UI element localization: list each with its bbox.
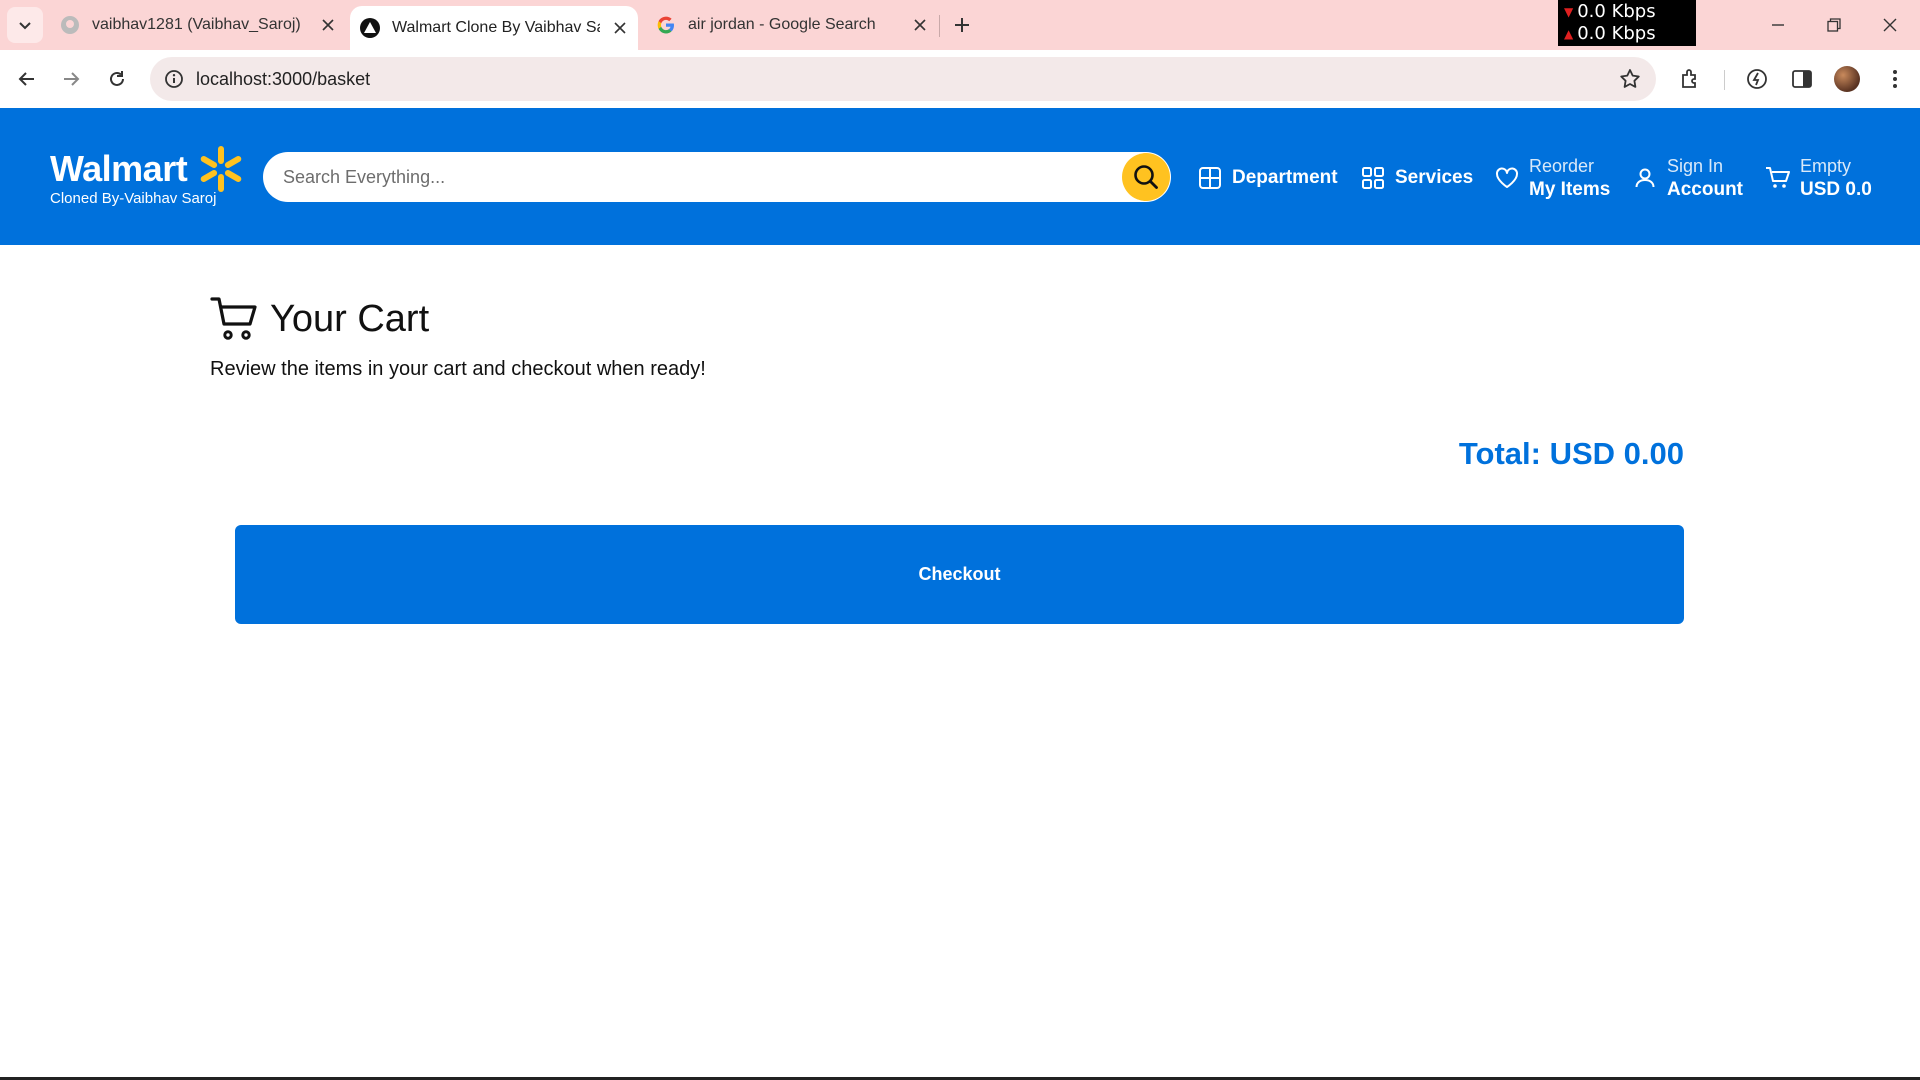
arrow-down-icon: ▼: [1564, 5, 1574, 19]
nav-services[interactable]: Services: [1359, 152, 1473, 204]
app-triangle-icon: [360, 18, 380, 38]
minimize-button[interactable]: [1750, 0, 1806, 50]
page-title: Your Cart: [270, 297, 430, 340]
chevron-down-icon: [19, 22, 31, 30]
net-down-speed: 0.0 Kbps: [1577, 1, 1656, 22]
logo-wordmark: Walmart: [50, 148, 188, 189]
tab-walmart-clone[interactable]: Walmart Clone By Vaibhav Saroj: [350, 6, 638, 50]
search-input[interactable]: [283, 152, 1103, 202]
tab-close-icon[interactable]: [610, 18, 630, 38]
tab-search-button[interactable]: [7, 7, 43, 43]
nav-reorder-small: Reorder: [1529, 156, 1595, 176]
tab-title: vaibhav1281 (Vaibhav_Saroj): [92, 16, 301, 33]
services-grid-icon: [1359, 164, 1387, 192]
site-info-icon[interactable]: [162, 67, 186, 91]
cart-icon: [1764, 164, 1792, 192]
heart-icon: [1493, 164, 1521, 192]
side-panel-icon[interactable]: [1787, 64, 1817, 94]
tab-google-search[interactable]: air jordan - Google Search: [652, 0, 930, 50]
tab-divider: [939, 15, 940, 37]
nav-cart-status: Empty: [1800, 156, 1852, 176]
nav-cart[interactable]: Empty USD 0.0: [1764, 152, 1872, 204]
performance-icon[interactable]: [1742, 64, 1772, 94]
url-text: localhost:3000/basket: [196, 69, 371, 89]
nav-department-label: Department: [1232, 167, 1338, 188]
bookmark-star-icon[interactable]: [1618, 67, 1642, 91]
tab-close-icon[interactable]: [910, 15, 930, 35]
search-icon: [1134, 165, 1158, 189]
close-window-button[interactable]: [1862, 0, 1918, 50]
close-icon: [1883, 18, 1897, 32]
nav-account[interactable]: Sign In Account: [1631, 152, 1743, 204]
tab-github[interactable]: vaibhav1281 (Vaibhav_Saroj): [56, 0, 338, 50]
site-header: Walmart Cloned By-Vaibhav Saroj Departme…: [0, 108, 1920, 245]
department-grid-icon: [1196, 164, 1224, 192]
browser-tab-strip: vaibhav1281 (Vaibhav_Saroj) Walmart Clon…: [0, 0, 1920, 50]
nav-account-big: Account: [1667, 179, 1743, 200]
network-speed-widget: ▼ 0.0 Kbps ▲ 0.0 Kbps: [1558, 0, 1696, 46]
cart-icon: [210, 297, 257, 340]
spark-icon: [200, 146, 241, 192]
extensions-icon[interactable]: [1676, 64, 1706, 94]
tab-close-icon[interactable]: [318, 15, 338, 35]
plus-icon: [955, 18, 969, 32]
more-menu-icon[interactable]: [1880, 64, 1910, 94]
github-icon: [60, 15, 80, 35]
reload-button[interactable]: [98, 60, 136, 98]
nav-reorder-big: My Items: [1529, 179, 1611, 200]
cart-total: Total: USD 0.00: [1458, 436, 1684, 471]
checkout-button[interactable]: Checkout: [235, 525, 1684, 624]
arrow-up-icon: ▲: [1564, 27, 1574, 41]
browser-toolbar: localhost:3000/basket: [0, 50, 1920, 108]
user-icon: [1631, 164, 1659, 192]
search-bar: [263, 152, 1171, 202]
profile-avatar[interactable]: [1834, 66, 1860, 92]
nav-department[interactable]: Department: [1196, 152, 1338, 204]
tab-title: Walmart Clone By Vaibhav Saroj: [392, 19, 600, 36]
nav-services-label: Services: [1395, 167, 1474, 188]
search-button[interactable]: [1122, 153, 1170, 201]
tab-title: air jordan - Google Search: [688, 16, 876, 33]
walmart-logo[interactable]: Walmart Cloned By-Vaibhav Saroj: [50, 146, 244, 207]
new-tab-button[interactable]: [947, 10, 977, 40]
restore-button[interactable]: [1806, 0, 1862, 50]
address-bar[interactable]: localhost:3000/basket: [150, 57, 1656, 101]
back-button[interactable]: [8, 60, 46, 98]
logo-subtitle: Cloned By-Vaibhav Saroj: [50, 190, 217, 207]
nav-cart-total: USD 0.0: [1800, 179, 1872, 200]
minimize-icon: [1772, 24, 1784, 26]
reload-icon: [110, 71, 124, 86]
net-up-speed: 0.0 Kbps: [1577, 23, 1656, 44]
google-icon: [656, 15, 676, 35]
nav-signin-small: Sign In: [1667, 156, 1724, 176]
page-subtitle: Review the items in your cart and checko…: [210, 358, 706, 380]
arrow-left-icon: [18, 72, 34, 86]
nav-reorder[interactable]: Reorder My Items: [1493, 152, 1610, 204]
restore-icon: [1827, 18, 1841, 32]
arrow-right-icon: [64, 72, 80, 86]
toolbar-separator: [1724, 70, 1725, 90]
cart-heading: Your Cart: [210, 294, 429, 344]
forward-button[interactable]: [52, 60, 90, 98]
